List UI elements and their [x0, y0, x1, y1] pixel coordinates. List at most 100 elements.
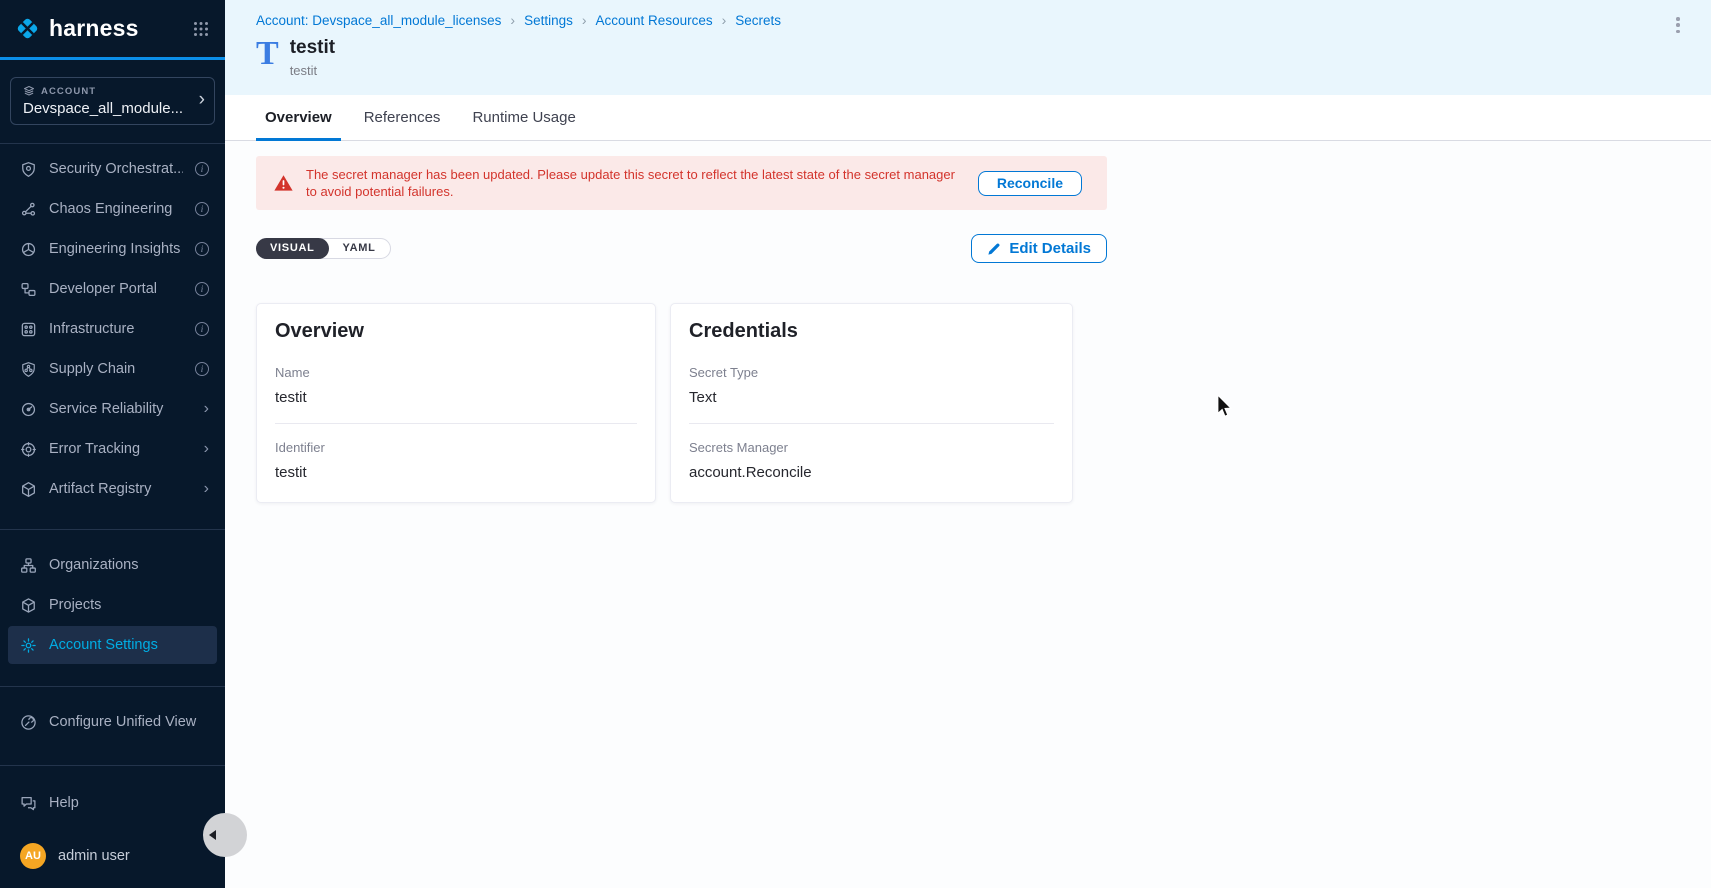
info-icon[interactable]: [195, 202, 209, 216]
tab-overview[interactable]: Overview: [256, 95, 341, 140]
warning-icon: [274, 174, 293, 192]
cube-icon: [20, 481, 37, 498]
reconcile-button[interactable]: Reconcile: [978, 171, 1082, 196]
sidebar-item-engineering-insights[interactable]: Engineering Insights: [0, 229, 225, 269]
overview-card: Overview Name testit Identifier testit: [256, 303, 656, 503]
toggle-visual[interactable]: VISUAL: [256, 238, 329, 259]
breadcrumb-item: Account: Devspace_all_module_licenses: [256, 13, 501, 28]
field-label-secret-type: Secret Type: [689, 365, 1054, 380]
sidebar-divider: [0, 529, 225, 530]
page-title: testit: [290, 37, 335, 59]
chevron-right-icon: ›: [199, 89, 205, 111]
cards-row: Overview Name testit Identifier testit C…: [256, 303, 1711, 503]
info-icon[interactable]: [195, 242, 209, 256]
credentials-card: Credentials Secret Type Text Secrets Man…: [670, 303, 1073, 503]
info-icon[interactable]: [195, 162, 209, 176]
sidebar-item-help[interactable]: Help: [8, 784, 217, 822]
sidebar-nav: Security Orchestrat... Chaos Engineering…: [0, 144, 225, 509]
tab-runtime-usage[interactable]: Runtime Usage: [463, 95, 584, 140]
harness-logo-text: harness: [49, 15, 139, 42]
main-area: Account: Devspace_all_module_licenses Se…: [225, 0, 1711, 888]
sidebar-item-organizations[interactable]: Organizations: [8, 546, 217, 584]
breadcrumb-link-settings[interactable]: Settings: [524, 13, 573, 28]
avatar: AU: [20, 843, 46, 869]
sidebar-item-developer-portal[interactable]: Developer Portal: [0, 269, 225, 309]
sidebar-item-error-tracking[interactable]: Error Tracking: [0, 429, 225, 469]
org-tree-icon: [20, 557, 37, 574]
info-icon[interactable]: [195, 322, 209, 336]
toggle-yaml[interactable]: YAML: [329, 239, 390, 258]
reconcile-warning-banner: The secret manager has been updated. Ple…: [256, 156, 1107, 210]
sidebar-item-account-settings[interactable]: Account Settings: [8, 626, 217, 664]
module-grid-icon[interactable]: [193, 21, 209, 37]
sidebar-item-service-reliability[interactable]: Service Reliability: [0, 389, 225, 429]
layers-icon: [23, 85, 35, 97]
collapse-arrow-icon: [209, 830, 216, 840]
field-label-identifier: Identifier: [275, 440, 637, 455]
breadcrumb-item: Settings: [501, 12, 572, 28]
sidebar-item-chaos-engineering[interactable]: Chaos Engineering: [0, 189, 225, 229]
kebab-menu-icon[interactable]: [1671, 15, 1685, 35]
sidebar-secondary-nav: Organizations Projects Account Settings: [0, 544, 225, 666]
tab-bar: Overview References Runtime Usage: [225, 95, 1711, 141]
sidebar-divider: [0, 686, 225, 687]
project-cube-icon: [20, 597, 37, 614]
shield-icon: [20, 161, 37, 178]
content-area: The secret manager has been updated. Ple…: [225, 141, 1711, 888]
sidebar-collapse-handle[interactable]: [203, 813, 247, 857]
sidebar-divider: [0, 765, 225, 766]
sidebar-item-infrastructure[interactable]: Infrastructure: [0, 309, 225, 349]
visual-yaml-toggle: VISUAL YAML: [256, 238, 391, 259]
banner-message: The secret manager has been updated. Ple…: [306, 166, 955, 200]
toolbar-row: VISUAL YAML Edit Details: [256, 234, 1107, 263]
supply-chain-shield-icon: [20, 361, 37, 378]
infrastructure-icon: [20, 321, 37, 338]
breadcrumb-link-secrets[interactable]: Secrets: [735, 13, 781, 28]
page-header: Account: Devspace_all_module_licenses Se…: [225, 0, 1711, 95]
insights-icon: [20, 241, 37, 258]
breadcrumb-link-account-resources[interactable]: Account Resources: [596, 13, 713, 28]
field-label-name: Name: [275, 365, 637, 380]
target-icon: [20, 441, 37, 458]
field-value-identifier: testit: [275, 464, 637, 481]
field-value-secrets-manager: account.Reconcile: [689, 464, 1054, 481]
field-value-name: testit: [275, 389, 637, 406]
sidebar-item-user[interactable]: AU admin user: [8, 836, 217, 876]
edit-details-button[interactable]: Edit Details: [971, 234, 1107, 263]
help-chat-icon: [20, 795, 37, 812]
sidebar-item-projects[interactable]: Projects: [8, 586, 217, 624]
wrench-circle-icon: [20, 714, 37, 731]
account-label: ACCOUNT: [41, 86, 96, 97]
breadcrumb-item: Secrets: [713, 12, 781, 28]
harness-logo-icon: [14, 15, 41, 42]
secret-type-letter-icon: T: [256, 37, 279, 71]
info-icon[interactable]: [195, 362, 209, 376]
info-icon[interactable]: [195, 282, 209, 296]
sidebar: harness ACCOUNT Devspace_all_module... ›…: [0, 0, 225, 888]
sidebar-header: harness: [0, 0, 225, 60]
pencil-icon: [987, 242, 1001, 256]
gear-icon: [20, 637, 37, 654]
chaos-icon: [20, 201, 37, 218]
card-divider: [275, 423, 637, 424]
sidebar-item-artifact-registry[interactable]: Artifact Registry: [0, 469, 225, 509]
flowchart-icon: [20, 281, 37, 298]
gauge-icon: [20, 401, 37, 418]
credentials-card-title: Credentials: [689, 320, 1054, 343]
breadcrumb: Account: Devspace_all_module_licenses Se…: [256, 12, 1685, 28]
field-value-secret-type: Text: [689, 389, 1054, 406]
chevron-right-icon: [204, 480, 209, 498]
sidebar-item-security-orchestration[interactable]: Security Orchestrat...: [0, 149, 225, 189]
sidebar-item-supply-chain[interactable]: Supply Chain: [0, 349, 225, 389]
overview-card-title: Overview: [275, 320, 637, 343]
sidebar-item-configure-unified-view[interactable]: Configure Unified View: [8, 703, 217, 741]
card-divider: [689, 423, 1054, 424]
account-switcher[interactable]: ACCOUNT Devspace_all_module... ›: [10, 77, 215, 125]
chevron-right-icon: [204, 440, 209, 458]
chevron-right-icon: [204, 400, 209, 418]
breadcrumb-link-account[interactable]: Account: Devspace_all_module_licenses: [256, 13, 501, 28]
page-subtitle: testit: [290, 63, 335, 78]
field-label-secrets-manager: Secrets Manager: [689, 440, 1054, 455]
tab-references[interactable]: References: [355, 95, 450, 140]
breadcrumb-item: Account Resources: [573, 12, 713, 28]
